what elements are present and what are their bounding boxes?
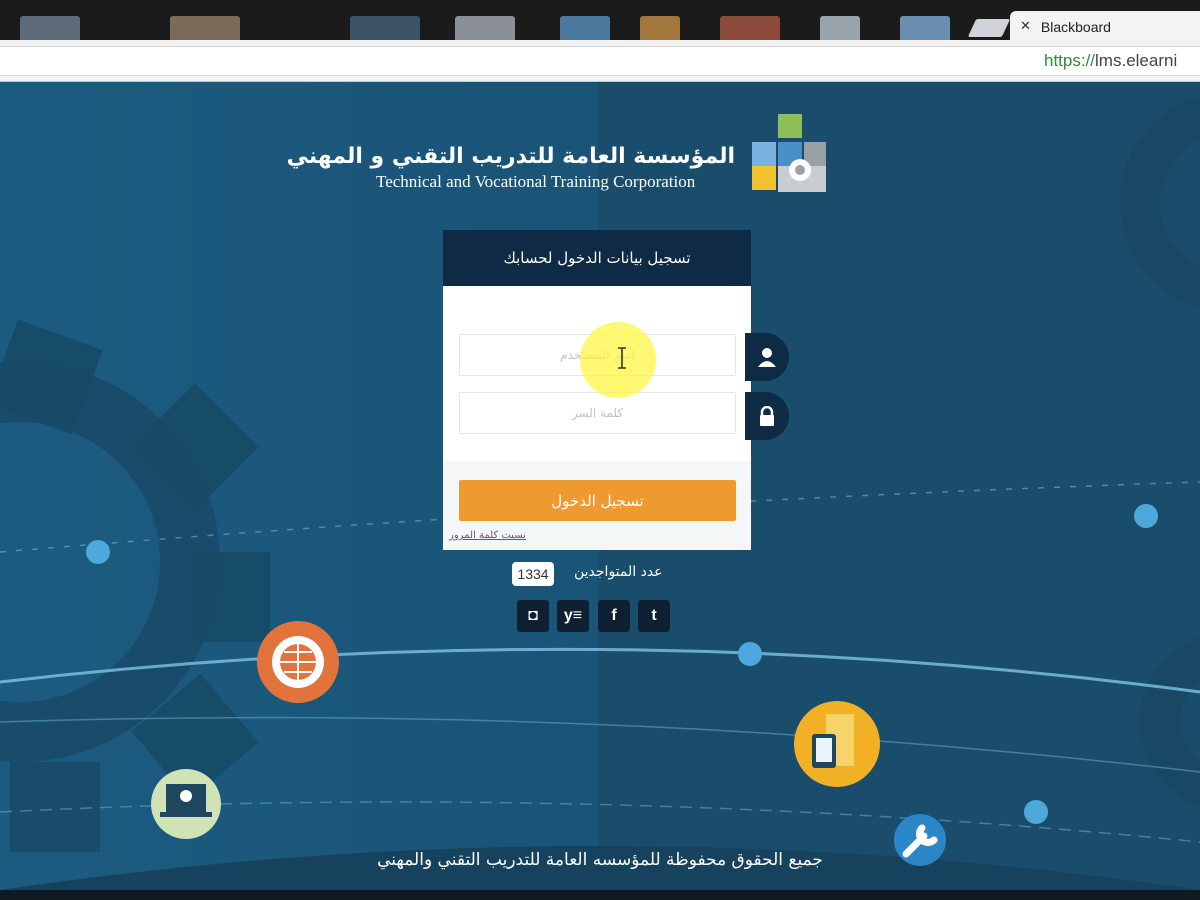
address-bar: https://lms.elearni (0, 40, 1200, 82)
login-title: تسجيل بيانات الدخول لحسابك (443, 230, 751, 286)
close-icon[interactable]: ✕ (1020, 19, 1031, 34)
tab-thumbnail[interactable] (455, 16, 515, 40)
tab-thumbnail[interactable] (900, 16, 950, 40)
tab-thumbnail[interactable] (560, 16, 610, 40)
laptop-icon (151, 769, 221, 839)
globe-icon (257, 621, 339, 703)
tablet-icon (794, 701, 880, 787)
text-cursor-icon (618, 347, 626, 369)
url-text: https://lms.elearni (1044, 51, 1177, 71)
logo-arabic-name: المؤسسة العامة للتدريب التقني و المهني (286, 144, 735, 169)
tab-thumbnail[interactable] (170, 16, 240, 40)
url-host: lms.elearni (1095, 51, 1178, 70)
footer-copyright: جميع الحقوق محفوظة للمؤسسه العامة للتدري… (377, 850, 823, 870)
facebook-icon[interactable]: f (598, 600, 630, 632)
tab-blackboard[interactable]: ✕ Blackboard (1010, 11, 1200, 40)
url-field[interactable]: https://lms.elearni (0, 46, 1200, 76)
os-taskbar (0, 890, 1200, 900)
tab-title: Blackboard (1040, 18, 1111, 35)
browser-tabstrip: ✕ Blackboard (0, 0, 1200, 40)
password-input[interactable]: كلمة السر (459, 392, 736, 434)
logo-english-name: Technical and Vocational Training Corpor… (376, 172, 696, 191)
online-users-label: عدد المتواجدين (574, 564, 663, 580)
tvtc-logo: المؤسسة العامة للتدريب التقني و المهني T… (287, 114, 830, 194)
twitter-icon[interactable]: t (638, 600, 670, 632)
yammer-icon[interactable]: y≡ (557, 600, 589, 632)
tvtc-logo-mark (752, 114, 826, 192)
tab-thumbnail[interactable] (640, 16, 680, 40)
tab-thumbnail[interactable] (350, 16, 420, 40)
tab-thumbnail[interactable] (720, 16, 780, 40)
instagram-icon[interactable]: ◘ (517, 600, 549, 632)
tab-thumbnail[interactable] (20, 16, 80, 40)
new-tab-button[interactable] (967, 19, 1011, 37)
login-button[interactable]: تسجيل الدخول (459, 480, 736, 521)
url-scheme: https:// (1044, 51, 1096, 70)
tab-thumbnail[interactable] (820, 16, 860, 40)
forgot-password-link[interactable]: نسيت كلمة المرور (449, 530, 526, 541)
login-page: المؤسسة العامة للتدريب التقني و المهني T… (0, 82, 1200, 890)
online-users-count: 1334 (512, 562, 554, 586)
